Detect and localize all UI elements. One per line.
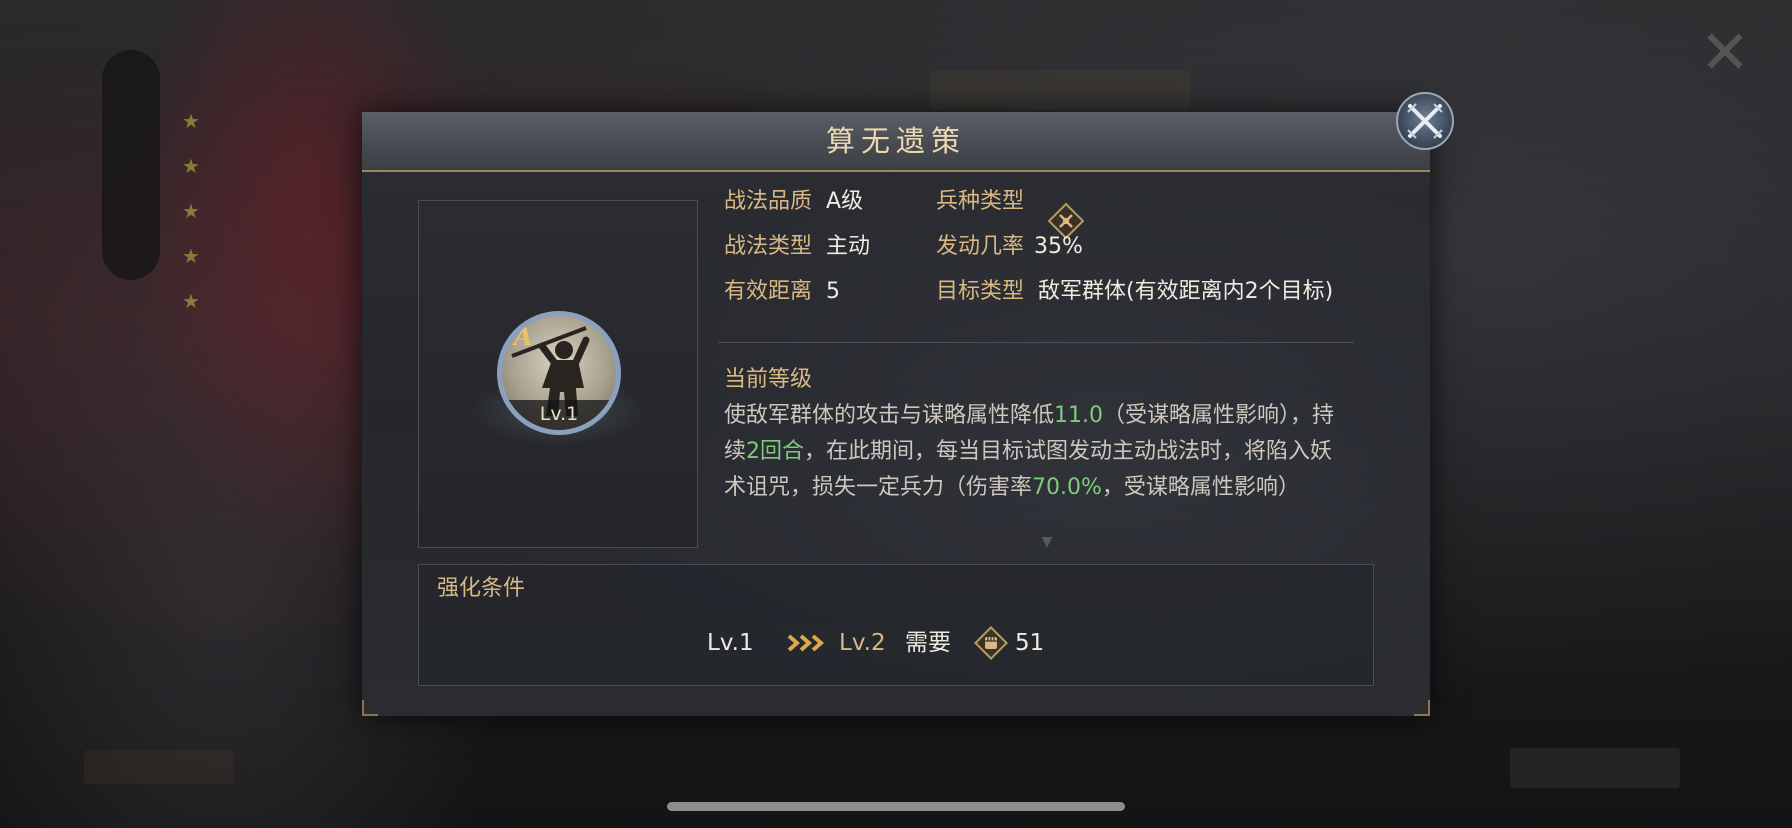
attributes-divider [718, 342, 1354, 343]
corner-ornament [362, 700, 378, 716]
background-name-banner [102, 50, 160, 280]
skill-icon-panel: A Lv.1 [418, 200, 698, 548]
attr-target-type: 目标类型 敌军群体(有效距离内2个目标) [936, 274, 1333, 310]
attr-type-value: 主动 [826, 234, 871, 259]
desc-text: ，受谋略属性影响） [1101, 475, 1300, 500]
attr-range: 有效距离 5 [724, 274, 840, 310]
attr-quality: 战法品质 A级 [724, 184, 863, 220]
desc-highlight-value: 2回合 [746, 439, 805, 464]
spear-warrior-skill-icon: A Lv.1 [497, 311, 621, 435]
attr-troop-type: 兵种类型 [936, 184, 1038, 220]
attr-quality-value: A级 [826, 189, 864, 214]
background-close-icon: ✕ [1699, 18, 1751, 88]
dialog-header: 算无遗策 [362, 112, 1430, 172]
close-button[interactable] [1396, 92, 1454, 150]
star-icon: ★ [182, 109, 200, 133]
desc-highlight-value: 11.0 [1054, 403, 1103, 428]
crossed-swords-close-icon [1407, 103, 1443, 139]
star-icon: ★ [182, 244, 200, 268]
background-bottom-right-button [1510, 748, 1680, 788]
upgrade-from-level: Lv.1 [707, 625, 754, 661]
desc-text: 使敌军群体的攻击与谋略属性降低 [724, 403, 1055, 428]
upgrade-from-label: Lv.1 [707, 630, 754, 656]
home-indicator-bar[interactable] [667, 802, 1125, 811]
corner-ornament [1414, 700, 1430, 716]
skill-detail-dialog: 算无遗策 A Lv.1 战法品质 A级 战法类型主动 有效距离 5 兵种类型 [362, 112, 1430, 716]
skill-description: 使敌军群体的攻击与谋略属性降低11.0（受谋略属性影响），持续2回合，在此期间，… [724, 398, 1354, 506]
attr-trigger-rate-value: 35% [1034, 234, 1083, 259]
attr-range-value: 5 [826, 279, 841, 304]
background-bottom-left-panel [84, 750, 234, 784]
skill-level-label: Lv.1 [502, 400, 616, 430]
desc-highlight-value: 70.0% [1032, 475, 1102, 500]
background-tabs [930, 70, 1190, 110]
upgrade-cost-value: 51 [1015, 630, 1045, 656]
triple-chevron-arrow-icon [787, 634, 825, 652]
upgrade-need: 需要 [905, 625, 951, 661]
skill-grade-letter: A [514, 322, 533, 351]
star-icon: ★ [182, 289, 200, 313]
attr-target-type-label: 目标类型 [936, 279, 1025, 304]
desc-text: （受谋略属性影响） [1103, 403, 1291, 428]
attr-type: 战法类型 主动 [724, 229, 870, 265]
fist-token-icon [974, 626, 1008, 660]
scroll-down-chevron-icon: ▼ [1041, 534, 1053, 550]
star-icon: ★ [182, 199, 200, 223]
upgrade-to-label: Lv.2 [839, 630, 886, 656]
background-star-rating: ★ ★ ★ ★ ★ [180, 110, 204, 335]
dialog-title: 算无遗策 [825, 124, 966, 158]
upgrade-to-level: Lv.2 [839, 625, 886, 661]
upgrade-cost: 51 [1015, 625, 1044, 661]
upgrade-conditions-box: 强化条件 Lv.1 Lv.2 需要 51 [418, 564, 1374, 686]
attr-quality-label: 战法品质 [724, 189, 813, 214]
attr-target-type-value: 敌军群体(有效距离内2个目标) [1038, 279, 1334, 304]
attr-range-label: 有效距离 [724, 279, 813, 304]
attr-troop-type-label: 兵种类型 [936, 189, 1025, 214]
current-level-title: 当前等级 [724, 367, 813, 392]
attr-type-label: 战法类型 [724, 234, 813, 259]
attr-trigger-rate: 发动几率 35% [936, 229, 1083, 265]
star-icon: ★ [182, 154, 200, 178]
upgrade-need-label: 需要 [905, 630, 951, 656]
attr-trigger-rate-label: 发动几率 [936, 234, 1025, 259]
upgrade-title: 强化条件 [437, 576, 526, 601]
